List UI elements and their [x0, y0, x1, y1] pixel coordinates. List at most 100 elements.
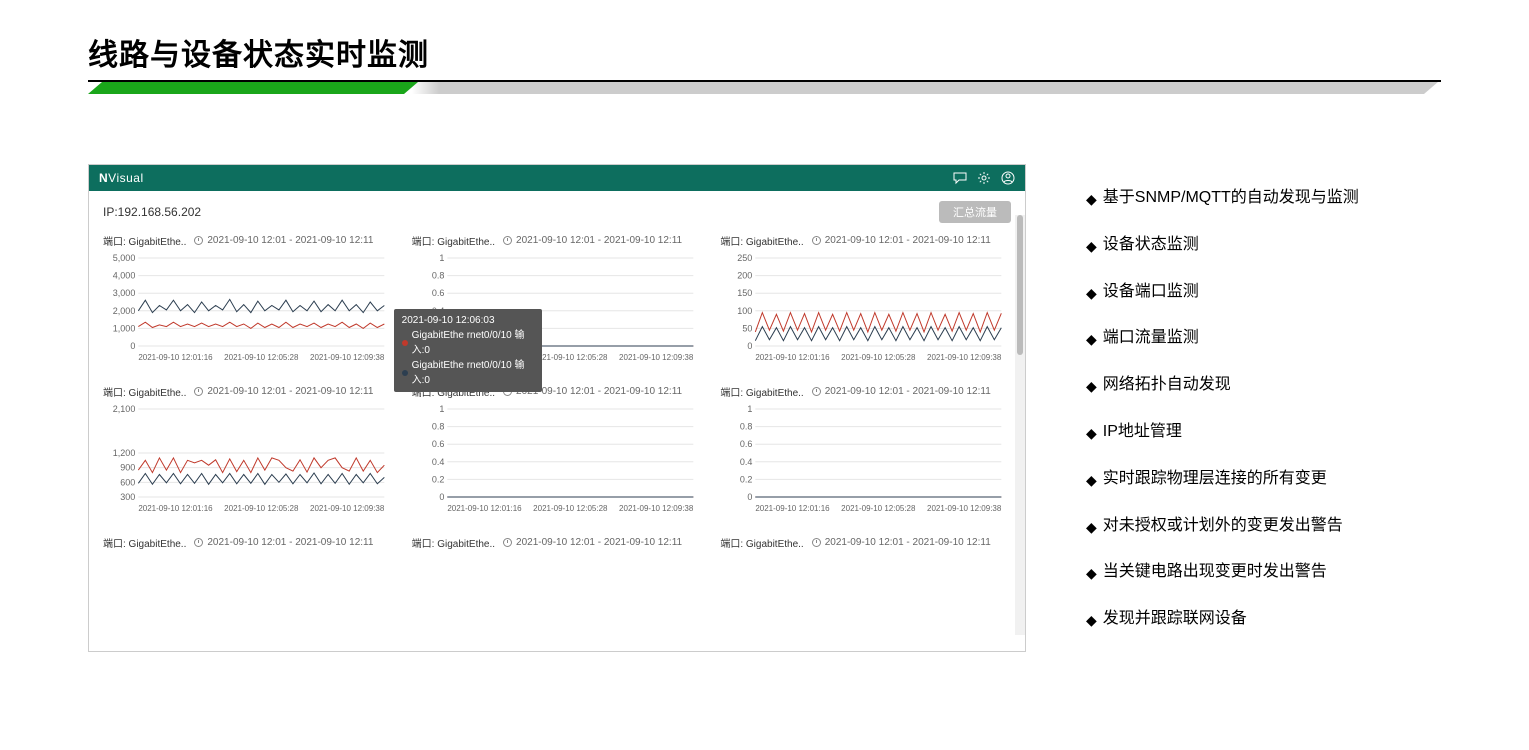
- bullet-icon: ◆: [1086, 564, 1097, 582]
- chart-time-range[interactable]: 2021-09-10 12:01 - 2021-09-10 12:11: [194, 537, 373, 548]
- svg-text:200: 200: [738, 271, 753, 281]
- time-range-text: 2021-09-10 12:01 - 2021-09-10 12:11: [825, 386, 991, 397]
- bullet-icon: ◆: [1086, 611, 1097, 629]
- chart-port-label: 端口: GigabitEthe..: [412, 535, 495, 550]
- chart-time-range[interactable]: 2021-09-10 12:01 - 2021-09-10 12:11: [812, 235, 991, 246]
- clock-icon: [503, 538, 512, 547]
- svg-text:250: 250: [738, 254, 753, 263]
- chart-panel: 端口: GigabitEthe.. 2021-09-10 12:01 - 202…: [103, 384, 394, 515]
- svg-text:5,000: 5,000: [113, 254, 136, 263]
- feature-text: 基于SNMP/MQTT的自动发现与监测: [1103, 188, 1359, 209]
- chart-time-range[interactable]: 2021-09-10 12:01 - 2021-09-10 12:11: [812, 386, 991, 397]
- chart-time-range[interactable]: 2021-09-10 12:01 - 2021-09-10 12:11: [194, 386, 373, 397]
- svg-text:0.8: 0.8: [431, 271, 444, 281]
- clock-icon: [812, 387, 821, 396]
- svg-text:1,200: 1,200: [113, 448, 136, 458]
- chart-time-range[interactable]: 2021-09-10 12:01 - 2021-09-10 12:11: [503, 235, 682, 246]
- feature-item: ◆发现并跟踪联网设备: [1086, 609, 1441, 630]
- svg-text:2021-09-10 12:01:16: 2021-09-10 12:01:16: [447, 504, 522, 513]
- clock-icon: [194, 538, 203, 547]
- svg-text:2021-09-10 12:05:28: 2021-09-10 12:05:28: [842, 353, 917, 362]
- app-window: NVisual IP:192.168.56.202 汇总流量: [88, 164, 1026, 652]
- chart-plot[interactable]: 00.20.40.60.812021-09-10 12:01:162021-09…: [412, 405, 703, 515]
- svg-text:2021-09-10 12:01:16: 2021-09-10 12:01:16: [756, 504, 831, 513]
- svg-text:2021-09-10 12:05:28: 2021-09-10 12:05:28: [842, 504, 917, 513]
- feature-item: ◆ 端口流量监测: [1086, 328, 1441, 349]
- chart-panel: 端口: GigabitEthe.. 2021-09-10 12:01 - 202…: [720, 384, 1011, 515]
- chart-port-label: 端口: GigabitEthe..: [103, 233, 186, 248]
- chart-time-range[interactable]: 2021-09-10 12:01 - 2021-09-10 12:11: [194, 235, 373, 246]
- chart-port-label: 端口: GigabitEthe..: [412, 233, 495, 248]
- chart-time-range[interactable]: 2021-09-10 12:01 - 2021-09-10 12:11: [812, 537, 991, 548]
- svg-text:1: 1: [748, 405, 753, 414]
- chart-port-label: 端口: GigabitEthe..: [103, 535, 186, 550]
- chart-time-range[interactable]: 2021-09-10 12:01 - 2021-09-10 12:11: [503, 537, 682, 548]
- page-title: 线路与设备状态实时监测: [88, 30, 1441, 74]
- chart-tooltip: 2021-09-10 12:06:03 GigabitEthe rnet0/0/…: [394, 309, 542, 392]
- app-logo: NVisual: [99, 171, 144, 185]
- svg-text:100: 100: [738, 306, 753, 316]
- tooltip-series2: GigabitEthe rnet0/0/10 输入:0: [412, 358, 534, 388]
- chart-plot[interactable]: 00.20.40.60.812021-09-10 12:01:162021-09…: [720, 405, 1011, 515]
- chart-port-label: 端口: GigabitEthe..: [720, 233, 803, 248]
- chart-panel: 端口: GigabitEthe.. 2021-09-10 12:01 - 202…: [103, 535, 394, 556]
- bullet-icon: ◆: [1086, 190, 1097, 208]
- svg-text:0.4: 0.4: [740, 457, 753, 467]
- feature-text: 对未授权或计划外的变更发出警告: [1103, 516, 1343, 537]
- chart-plot[interactable]: 01,0002,0003,0004,0005,0002021-09-10 12:…: [103, 254, 394, 364]
- feature-item: ◆ 当关键电路出现变更时发出警告: [1086, 562, 1441, 583]
- feature-item: ◆设备端口监测: [1086, 282, 1441, 303]
- svg-text:0.8: 0.8: [740, 422, 753, 432]
- svg-text:150: 150: [738, 288, 753, 298]
- svg-text:0.6: 0.6: [431, 288, 444, 298]
- feature-text: 端口流量监测: [1103, 328, 1199, 349]
- scrollbar[interactable]: [1015, 215, 1025, 635]
- svg-text:0: 0: [748, 341, 753, 351]
- chat-icon[interactable]: [953, 171, 967, 185]
- chart-panel: 端口: GigabitEthe.. 2021-09-10 12:01 - 202…: [720, 233, 1011, 364]
- summary-button[interactable]: 汇总流量: [939, 201, 1011, 223]
- time-range-text: 2021-09-10 12:01 - 2021-09-10 12:11: [516, 537, 682, 548]
- feature-item: ◆实时跟踪物理层连接的所有变更: [1086, 469, 1441, 490]
- svg-text:0: 0: [130, 341, 135, 351]
- feature-item: ◆网络拓扑自动发现: [1086, 375, 1441, 396]
- chart-panel: 端口: GigabitEthe.. 2021-09-10 12:01 - 202…: [412, 233, 703, 364]
- svg-text:2021-09-10 12:09:38: 2021-09-10 12:09:38: [927, 504, 1002, 513]
- feature-text: 实时跟踪物理层连接的所有变更: [1103, 469, 1327, 490]
- svg-text:1: 1: [439, 405, 444, 414]
- feature-text: 设备状态监测: [1103, 235, 1199, 256]
- svg-text:2021-09-10 12:09:38: 2021-09-10 12:09:38: [310, 353, 385, 362]
- bullet-icon: ◆: [1086, 330, 1097, 348]
- tooltip-marker-icon: [402, 370, 408, 376]
- feature-list: ◆基于SNMP/MQTT的自动发现与监测◆设备状态监测◆设备端口监测◆端口流量监…: [1086, 164, 1441, 656]
- tooltip-time: 2021-09-10 12:06:03: [402, 313, 534, 328]
- chart-panel: 端口: GigabitEthe.. 2021-09-10 12:01 - 202…: [412, 384, 703, 515]
- bullet-icon: ◆: [1086, 424, 1097, 442]
- feature-text: 当关键电路出现变更时发出警告: [1103, 562, 1327, 583]
- scrollbar-thumb[interactable]: [1017, 215, 1023, 355]
- svg-text:2021-09-10 12:05:28: 2021-09-10 12:05:28: [533, 504, 608, 513]
- svg-text:50: 50: [743, 323, 753, 333]
- svg-text:0.4: 0.4: [431, 457, 444, 467]
- chart-port-label: 端口: GigabitEthe..: [720, 384, 803, 399]
- svg-text:2021-09-10 12:01:16: 2021-09-10 12:01:16: [756, 353, 831, 362]
- app-body: IP:192.168.56.202 汇总流量 端口: GigabitEthe..…: [89, 191, 1025, 651]
- time-range-text: 2021-09-10 12:01 - 2021-09-10 12:11: [516, 235, 682, 246]
- svg-text:2021-09-10 12:01:16: 2021-09-10 12:01:16: [138, 353, 213, 362]
- feature-text: 网络拓扑自动发现: [1103, 375, 1231, 396]
- chart-plot[interactable]: 3006009001,2002,1002021-09-10 12:01:1620…: [103, 405, 394, 515]
- feature-text: IP地址管理: [1103, 422, 1182, 443]
- chart-port-label: 端口: GigabitEthe..: [103, 384, 186, 399]
- svg-text:1,000: 1,000: [113, 323, 136, 333]
- feature-item: ◆设备状态监测: [1086, 235, 1441, 256]
- gear-icon[interactable]: [977, 171, 991, 185]
- svg-text:2021-09-10 12:09:38: 2021-09-10 12:09:38: [927, 353, 1002, 362]
- chart-plot[interactable]: 0 50 100 150 200 250 2021-09-10 12:01:16 2021-0…: [720, 254, 1011, 364]
- bullet-icon: ◆: [1086, 518, 1097, 536]
- tooltip-series1: GigabitEthe rnet0/0/10 输入:0: [412, 328, 534, 358]
- feature-text: 设备端口监测: [1103, 282, 1199, 303]
- time-range-text: 2021-09-10 12:01 - 2021-09-10 12:11: [825, 235, 991, 246]
- user-icon[interactable]: [1001, 171, 1015, 185]
- svg-text:2021-09-10 12:05:28: 2021-09-10 12:05:28: [224, 504, 299, 513]
- svg-text:2021-09-10 12:09:38: 2021-09-10 12:09:38: [619, 353, 694, 362]
